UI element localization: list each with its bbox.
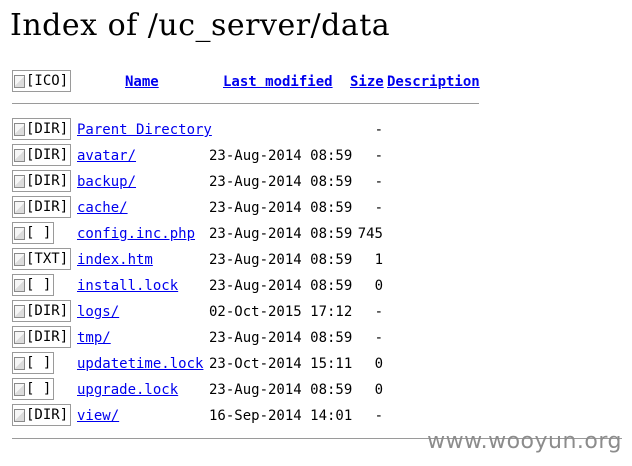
file-type-icon: [DIR] [12, 170, 72, 192]
broken-image-icon [14, 278, 25, 292]
table-row: [DIR] avatar/23-Aug-2014 08:59 - [0, 144, 632, 168]
watermark: www.wooyun.org [427, 429, 622, 454]
icon-alt-text: [DIR] [26, 121, 69, 137]
table-row: [DIR] tmp/23-Aug-2014 08:59 - [0, 326, 632, 350]
file-size: 0 [374, 356, 383, 372]
table-row: [TXT] index.htm 23-Aug-2014 08:59 1 [0, 248, 632, 272]
file-size: - [374, 174, 383, 190]
last-modified: 23-Aug-2014 08:59 [209, 382, 353, 398]
broken-image-icon [14, 174, 25, 188]
file-size: - [374, 330, 383, 346]
ico-alt-text: [ICO] [26, 73, 69, 89]
icon-alt-text: [DIR] [26, 329, 69, 345]
file-link[interactable]: logs/ [77, 304, 119, 320]
table-row: [DIR] cache/23-Aug-2014 08:59 - [0, 196, 632, 220]
file-link[interactable]: updatetime.lock [77, 356, 203, 372]
file-type-icon: [ ] [12, 352, 55, 374]
table-row: [DIR] logs/02-Oct-2015 17:12 - [0, 300, 632, 324]
file-type-icon: [DIR] [12, 144, 72, 166]
header-divider [12, 103, 479, 104]
file-size: - [374, 304, 383, 320]
icon-alt-text: [ ] [26, 355, 52, 371]
broken-image-icon [14, 74, 25, 88]
file-link[interactable]: backup/ [77, 174, 136, 190]
broken-image-icon [14, 200, 25, 214]
last-modified: 16-Sep-2014 14:01 [209, 408, 353, 424]
page-title: Index of /uc_server/data [10, 8, 391, 43]
file-size: - [374, 148, 383, 164]
last-modified: 23-Aug-2014 08:59 [209, 278, 353, 294]
file-type-icon: [DIR] [12, 300, 72, 322]
broken-image-icon [14, 122, 25, 136]
sort-by-name-link[interactable]: Name [125, 74, 159, 90]
file-link[interactable]: install.lock [77, 278, 178, 294]
file-link[interactable]: config.inc.php [77, 226, 195, 242]
sort-by-size-link[interactable]: Size [350, 74, 384, 90]
file-size: 0 [374, 278, 383, 294]
icon-alt-text: [ ] [26, 225, 52, 241]
table-row: [DIR] backup/23-Aug-2014 08:59 - [0, 170, 632, 194]
file-link[interactable]: upgrade.lock [77, 382, 178, 398]
file-type-icon: [ ] [12, 222, 55, 244]
file-size: - [374, 408, 383, 424]
icon-alt-text: [TXT] [26, 251, 69, 267]
icon-alt-text: [DIR] [26, 199, 69, 215]
file-link[interactable]: view/ [77, 408, 119, 424]
file-type-icon: [ ] [12, 274, 55, 296]
file-size: 0 [374, 382, 383, 398]
table-row: [ ] config.inc.php 23-Aug-2014 08:59 745 [0, 222, 632, 246]
broken-image-icon [14, 356, 25, 370]
icon-alt-text: [DIR] [26, 173, 69, 189]
broken-image-icon [14, 226, 25, 240]
table-row: [DIR] Parent Directory - [0, 118, 632, 142]
file-type-icon: [DIR] [12, 196, 72, 218]
file-size: 1 [374, 252, 383, 268]
table-row: [ ] updatetime.lock 23-Oct-2014 15:11 0 [0, 352, 632, 376]
icon-alt-text: [DIR] [26, 147, 69, 163]
table-row: [ ] install.lock 23-Aug-2014 08:59 0 [0, 274, 632, 298]
table-row: [ ] upgrade.lock 23-Aug-2014 08:59 0 [0, 378, 632, 402]
file-link[interactable]: index.htm [77, 252, 153, 268]
icon-alt-text: [DIR] [26, 407, 69, 423]
file-link[interactable]: avatar/ [77, 148, 136, 164]
broken-image-icon [14, 408, 25, 422]
file-type-icon: [DIR] [12, 118, 72, 140]
broken-image-icon [14, 304, 25, 318]
icon-alt-text: [ ] [26, 381, 52, 397]
broken-image-icon [14, 382, 25, 396]
sort-by-last-modified-link[interactable]: Last modified [223, 74, 333, 90]
file-link[interactable]: cache/ [77, 200, 128, 216]
file-link[interactable]: tmp/ [77, 330, 111, 346]
ico-header-icon: [ICO] [12, 70, 72, 92]
broken-image-icon [14, 148, 25, 162]
file-size: - [374, 122, 383, 138]
table-header: [ICO] Name Last modified Size Descriptio… [0, 70, 632, 94]
file-type-icon: [TXT] [12, 248, 72, 270]
last-modified: 23-Aug-2014 08:59 [209, 226, 353, 242]
last-modified: 23-Aug-2014 08:59 [209, 200, 353, 216]
file-size: 745 [357, 226, 383, 242]
file-type-icon: [DIR] [12, 326, 72, 348]
file-type-icon: [DIR] [12, 404, 72, 426]
last-modified: 23-Oct-2014 15:11 [209, 356, 353, 372]
broken-image-icon [14, 330, 25, 344]
file-type-icon: [ ] [12, 378, 55, 400]
file-link[interactable]: Parent Directory [77, 122, 212, 138]
last-modified: 02-Oct-2015 17:12 [209, 304, 353, 320]
last-modified: 23-Aug-2014 08:59 [209, 148, 353, 164]
last-modified: 23-Aug-2014 08:59 [209, 174, 353, 190]
file-size: - [374, 200, 383, 216]
last-modified: 23-Aug-2014 08:59 [209, 252, 353, 268]
icon-alt-text: [ ] [26, 277, 52, 293]
table-row: [DIR] view/16-Sep-2014 14:01 - [0, 404, 632, 428]
icon-alt-text: [DIR] [26, 303, 69, 319]
broken-image-icon [14, 252, 25, 266]
last-modified: 23-Aug-2014 08:59 [209, 330, 353, 346]
sort-by-description-link[interactable]: Description [387, 74, 480, 90]
